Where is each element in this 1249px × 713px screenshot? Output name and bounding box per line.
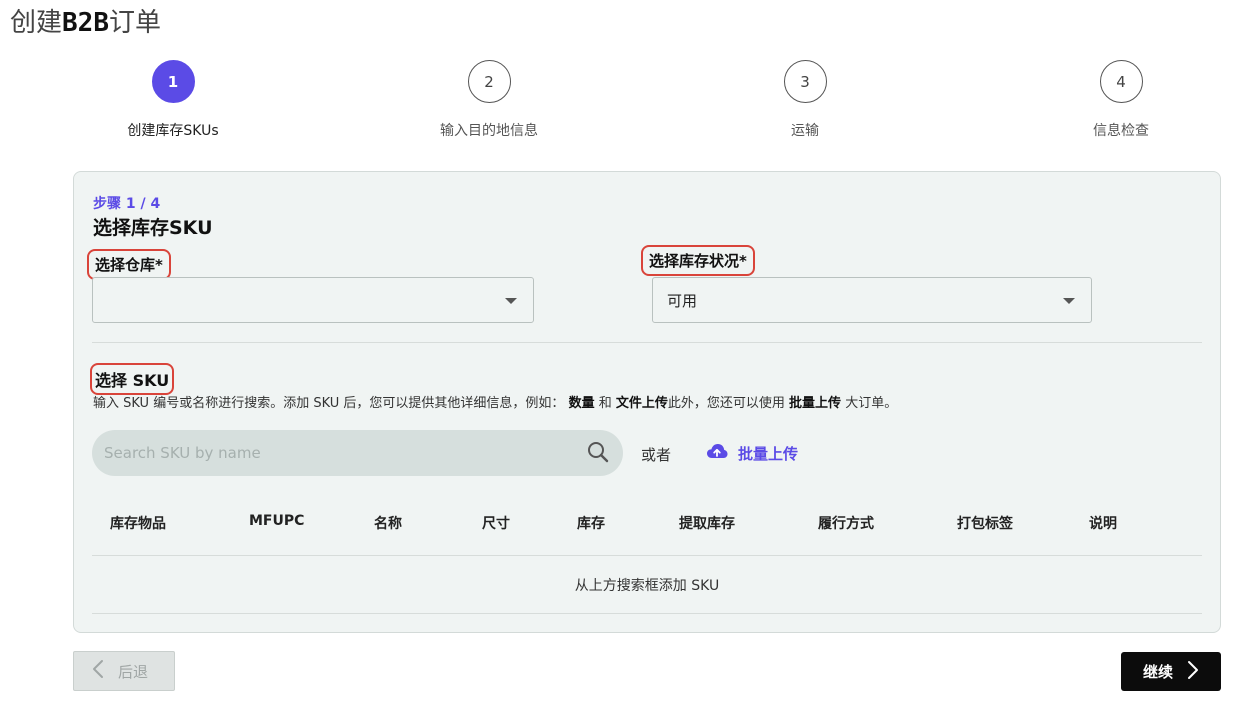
sku-search-box <box>92 430 623 476</box>
table-bottom-divider <box>92 613 1202 614</box>
warehouse-caret-down-icon <box>505 298 517 304</box>
page-title: 创建B2B订单 <box>10 2 161 39</box>
sku-section-title: 选择 SKU <box>90 363 175 395</box>
sku-desc-and: 和 <box>598 396 612 411</box>
step-4-circle: 4 <box>1099 60 1143 103</box>
step-4: 4 信息检查 <box>1021 60 1221 140</box>
back-button[interactable]: 后退 <box>73 651 175 691</box>
sku-desc-text-2: 此外，您还可以使用 <box>667 396 785 411</box>
step-4-label: 信息检查 <box>1093 123 1149 139</box>
sku-selection-card: 步骤 1 / 4 选择库存SKU 选择仓库* 选择库存状况* 可用 选择 SKU… <box>73 171 1221 633</box>
column-header-fulfillment: 履行方式 <box>818 516 874 532</box>
step-3: 3 运输 <box>705 60 905 140</box>
column-header-stock: 库存 <box>577 516 605 532</box>
step-1: 1 创建库存SKUs <box>73 60 273 140</box>
continue-button[interactable]: 继续 <box>1121 652 1221 691</box>
step-1-label: 创建库存SKUs <box>127 123 219 139</box>
back-button-label: 后退 <box>118 662 149 681</box>
inventory-status-label: 选择库存状况* <box>641 245 755 276</box>
sku-search-input[interactable] <box>104 444 574 462</box>
continue-button-label: 继续 <box>1143 663 1174 681</box>
or-text: 或者 <box>641 446 672 464</box>
inventory-status-caret-down-icon <box>1063 298 1075 304</box>
search-icon[interactable] <box>587 441 609 467</box>
inventory-status-value: 可用 <box>667 291 698 310</box>
page-title-brand: B2B <box>62 8 109 38</box>
step-2: 2 输入目的地信息 <box>389 60 589 140</box>
warehouse-select[interactable] <box>92 277 534 323</box>
step-3-circle: 3 <box>783 60 827 103</box>
section-divider <box>92 342 1202 343</box>
sku-desc-text-1: 输入 SKU 编号或名称进行搜索。添加 SKU 后，您可以提供其他详细信息，例如… <box>93 396 565 411</box>
bulk-upload-label: 批量上传 <box>738 444 799 463</box>
step-1-circle: 1 <box>151 60 195 103</box>
sku-description: 输入 SKU 编号或名称进行搜索。添加 SKU 后，您可以提供其他详细信息，例如… <box>93 392 897 411</box>
chevron-right-icon <box>1187 660 1199 684</box>
column-header-pick-stock: 提取库存 <box>679 516 735 532</box>
warehouse-label: 选择仓库* <box>87 249 171 280</box>
sku-desc-bulk-upload: 批量上传 <box>789 396 842 411</box>
column-header-name: 名称 <box>374 516 402 532</box>
table-empty-message: 从上方搜索框添加 SKU <box>574 578 720 594</box>
sku-table-header: 库存物品 MFUPC 名称 尺寸 库存 提取库存 履行方式 打包标签 说明 <box>74 513 1220 533</box>
column-header-notes: 说明 <box>1089 516 1117 532</box>
page-title-suffix: 订单 <box>108 8 161 38</box>
step-indicator: 步骤 1 / 4 <box>93 196 161 212</box>
column-header-inventory-item: 库存物品 <box>110 516 166 532</box>
sku-desc-file-upload: 文件上传 <box>615 396 668 411</box>
step-2-label: 输入目的地信息 <box>440 123 538 139</box>
chevron-left-icon <box>92 659 104 683</box>
card-heading: 选择库存SKU <box>93 217 213 239</box>
page-title-prefix: 创建 <box>10 8 63 38</box>
step-2-circle: 2 <box>467 60 511 103</box>
table-header-divider <box>92 555 1202 556</box>
progress-stepper: 1 创建库存SKUs 2 输入目的地信息 3 运输 4 信息检查 <box>0 60 1249 150</box>
sku-desc-text-3: 大订单。 <box>845 396 898 411</box>
sku-desc-quantity: 数量 <box>568 396 595 411</box>
column-header-mfupc: MFUPC <box>249 513 305 529</box>
bulk-upload-button[interactable]: 批量上传 <box>706 442 798 464</box>
step-3-label: 运输 <box>791 123 819 139</box>
column-header-packing-label: 打包标签 <box>957 516 1013 532</box>
inventory-status-select[interactable]: 可用 <box>652 277 1092 323</box>
cloud-upload-icon <box>706 442 728 464</box>
column-header-size: 尺寸 <box>482 516 510 532</box>
